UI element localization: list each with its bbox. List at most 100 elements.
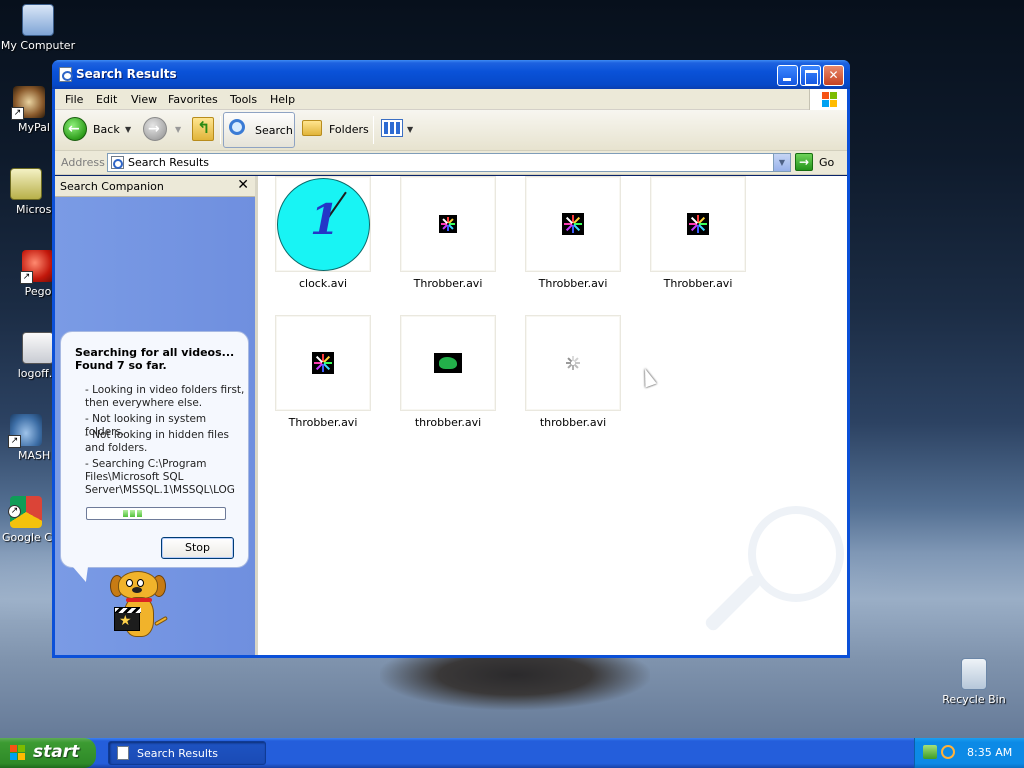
- close-pane-icon[interactable]: ✕: [237, 177, 249, 193]
- throbber-icon: [439, 215, 457, 233]
- close-button[interactable]: ✕: [823, 65, 844, 86]
- start-label: start: [33, 742, 80, 762]
- search-tray-icon[interactable]: [941, 745, 955, 759]
- back-dropdown-icon[interactable]: ▼: [125, 125, 131, 134]
- back-button[interactable]: ← Back ▼: [63, 114, 133, 146]
- minimize-button[interactable]: [777, 65, 798, 86]
- address-dropdown-icon[interactable]: ▼: [773, 154, 790, 171]
- throbber-icon: [562, 213, 584, 235]
- start-button[interactable]: start: [0, 738, 96, 768]
- folders-label: Folders: [329, 123, 369, 136]
- desktop-icon-label: My Computer: [0, 39, 76, 52]
- search-status-heading: Searching for all videos... Found 7 so f…: [75, 346, 235, 372]
- address-label: Address: [61, 156, 105, 169]
- file-name: Throbber.avi: [288, 416, 358, 429]
- desktop-icon-recycle-bin[interactable]: Recycle Bin: [936, 658, 1012, 706]
- desktop-icon-label: Google Chrome: [2, 531, 52, 544]
- file-item[interactable]: Throbber.avi: [518, 176, 628, 290]
- menu-favorites[interactable]: Favorites: [168, 93, 218, 106]
- throbber-ray: [697, 225, 699, 233]
- file-item[interactable]: Throbber.avi: [643, 176, 753, 290]
- throbber-icon: [312, 352, 334, 374]
- views-icon: [381, 119, 403, 137]
- views-dropdown-icon[interactable]: ▼: [407, 125, 413, 134]
- go-arrow-icon: →: [795, 153, 813, 171]
- menu-bar: File Edit View Favorites Tools Help: [55, 89, 847, 110]
- forward-arrow-icon: →: [143, 117, 167, 141]
- taskbar: start Search Results 8:35 AM: [0, 738, 1024, 768]
- desktop-icon-label: MASH: [18, 449, 51, 462]
- up-folder-icon: [192, 117, 214, 141]
- search-results-window: Search Results ✕ File Edit View Favorite…: [52, 60, 850, 658]
- search-companion-header: Search Companion ✕: [55, 176, 255, 197]
- file-name: clock.avi: [298, 277, 348, 290]
- search-icon: [229, 119, 245, 135]
- folders-button[interactable]: Folders: [299, 114, 369, 146]
- clock[interactable]: 8:35 AM: [967, 746, 1012, 759]
- desktop-icon-label: Microsoft Outlook: [16, 203, 52, 216]
- up-folder-button[interactable]: [189, 114, 219, 146]
- magnifier-handle: [703, 573, 763, 633]
- outlook-icon: [10, 168, 42, 200]
- mash-icon: [8, 414, 42, 448]
- search-button[interactable]: Search: [223, 112, 295, 148]
- toolbar-separator: [373, 116, 374, 144]
- my-computer-icon: [22, 4, 54, 36]
- desktop-icon-outlook[interactable]: Microsoft Outlook: [0, 168, 52, 216]
- views-button[interactable]: ▼: [377, 114, 417, 146]
- file-item[interactable]: throbber.avi: [393, 315, 503, 429]
- recycle-bin-icon: [961, 658, 987, 690]
- bubble-tail: [72, 566, 94, 582]
- file-item[interactable]: 1 clock.avi: [268, 176, 378, 290]
- menu-edit[interactable]: Edit: [96, 93, 117, 106]
- pego-icon: [20, 250, 54, 284]
- menu-view[interactable]: View: [131, 93, 157, 106]
- logoff-icon: [22, 332, 54, 364]
- file-item[interactable]: Throbber.avi: [393, 176, 503, 290]
- menu-tools[interactable]: Tools: [230, 93, 257, 106]
- search-status-bubble: Searching for all videos... Found 7 so f…: [60, 331, 249, 568]
- throbber-ray: [323, 363, 331, 371]
- search-progress-bar: [86, 507, 226, 520]
- video-thumbnail: [400, 176, 496, 272]
- desktop-icon-chrome[interactable]: Google Chrome: [0, 496, 52, 544]
- forward-dropdown-icon[interactable]: ▼: [175, 125, 181, 134]
- menu-help[interactable]: Help: [270, 93, 295, 106]
- title-bar[interactable]: Search Results ✕: [52, 60, 850, 89]
- desktop-icon-mypal[interactable]: MyPal 6: [0, 86, 58, 134]
- go-button[interactable]: → Go: [795, 153, 843, 172]
- video-thumbnail: [525, 315, 621, 411]
- search-results-icon: [111, 156, 124, 169]
- network-tray-icon[interactable]: [923, 745, 937, 759]
- search-dog-icon[interactable]: ★: [110, 571, 170, 647]
- video-thumbnail: [275, 315, 371, 411]
- file-name: Throbber.avi: [663, 277, 733, 290]
- desktop-icon-my-computer[interactable]: My Computer: [0, 4, 76, 52]
- file-item[interactable]: Throbber.avi: [268, 315, 378, 429]
- file-name: throbber.avi: [414, 416, 482, 429]
- file-item[interactable]: throbber.avi: [518, 315, 628, 429]
- folder-icon: [302, 120, 322, 136]
- forward-button[interactable]: → ▼: [143, 114, 183, 146]
- results-view: 1 clock.avi Throbber.avi Throbber.avi Th…: [255, 176, 847, 655]
- taskbar-item-search-results[interactable]: Search Results: [108, 741, 266, 765]
- search-window-icon: [59, 67, 73, 82]
- search-status-bullet: - Searching C:\Program Files\Microsoft S…: [85, 458, 235, 496]
- throbber-icon: [687, 213, 709, 235]
- menu-file[interactable]: File: [65, 93, 83, 106]
- search-status-bullet: - Looking in video folders first, then e…: [85, 384, 245, 409]
- windows-logo-icon: [809, 89, 847, 110]
- window-title: Search Results: [76, 67, 177, 81]
- video-thumbnail: [525, 176, 621, 272]
- desktop-icon-mash[interactable]: MASH: [0, 414, 52, 462]
- windows-flag-icon: [10, 745, 26, 761]
- address-field[interactable]: Search Results ▼: [107, 153, 791, 172]
- toolbar-separator: [220, 116, 221, 144]
- maximize-button[interactable]: [800, 65, 821, 86]
- stop-button[interactable]: Stop: [161, 537, 234, 559]
- toolbar: ← Back ▼ → ▼ Search Folders ▼: [55, 110, 847, 151]
- search-companion-title: Search Companion: [60, 180, 164, 193]
- frog-icon: [434, 353, 462, 373]
- chrome-icon: [8, 496, 42, 528]
- clock-number: 1: [310, 195, 340, 244]
